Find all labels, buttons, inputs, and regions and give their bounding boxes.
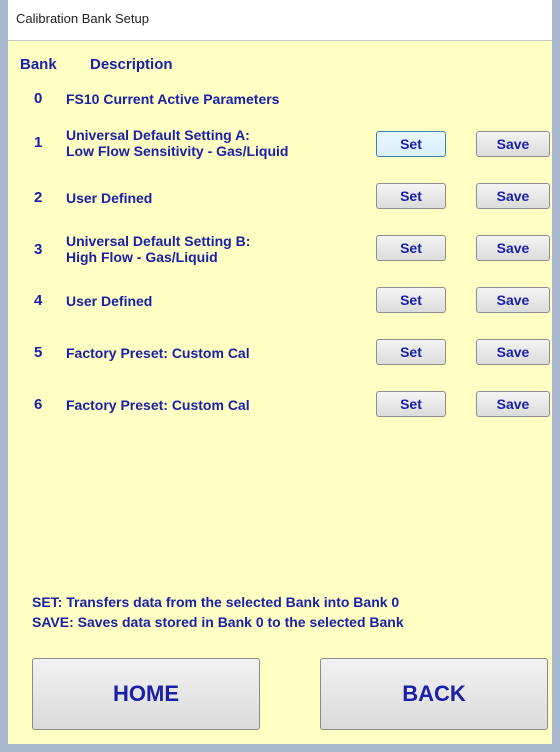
bank-number-6: 6 — [34, 396, 43, 413]
back-button[interactable]: BACK — [320, 658, 548, 730]
description-column-header: Description — [90, 56, 173, 73]
bank-description-3: Universal Default Setting B: High Flow -… — [66, 233, 251, 265]
title-bar: Calibration Bank Setup — [8, 0, 552, 41]
bank-4-set-button[interactable]: Set — [376, 287, 446, 313]
bank-description-0: FS10 Current Active Parameters — [66, 91, 280, 107]
window-title: Calibration Bank Setup — [16, 11, 149, 26]
save-help-text: SAVE: Saves data stored in Bank 0 to the… — [32, 614, 404, 630]
bank-6-set-button[interactable]: Set — [376, 391, 446, 417]
bank-4-save-button[interactable]: Save — [476, 287, 550, 313]
bank-number-1: 1 — [34, 134, 43, 151]
bank-number-3: 3 — [34, 241, 43, 258]
bank-number-4: 4 — [34, 292, 43, 309]
bank-description-5: Factory Preset: Custom Cal — [66, 345, 250, 361]
bank-description-1: Universal Default Setting A: Low Flow Se… — [66, 127, 289, 159]
bank-number-0: 0 — [34, 90, 43, 107]
bank-2-save-button[interactable]: Save — [476, 183, 550, 209]
bank-2-set-button[interactable]: Set — [376, 183, 446, 209]
bank-column-header: Bank — [20, 56, 57, 73]
bank-5-set-button[interactable]: Set — [376, 339, 446, 365]
bank-5-save-button[interactable]: Save — [476, 339, 550, 365]
bank-number-2: 2 — [34, 189, 43, 206]
bank-description-2: User Defined — [66, 190, 153, 206]
bank-1-set-button[interactable]: Set — [376, 131, 446, 157]
bank-1-save-button[interactable]: Save — [476, 131, 550, 157]
bank-description-4: User Defined — [66, 293, 153, 309]
calibration-bank-window: Calibration Bank Setup Bank Description … — [0, 0, 560, 752]
bank-description-6: Factory Preset: Custom Cal — [66, 397, 250, 413]
bank-3-save-button[interactable]: Save — [476, 235, 550, 261]
bank-3-set-button[interactable]: Set — [376, 235, 446, 261]
bank-6-save-button[interactable]: Save — [476, 391, 550, 417]
set-help-text: SET: Transfers data from the selected Ba… — [32, 594, 400, 610]
home-button[interactable]: HOME — [32, 658, 260, 730]
bank-number-5: 5 — [34, 344, 43, 361]
